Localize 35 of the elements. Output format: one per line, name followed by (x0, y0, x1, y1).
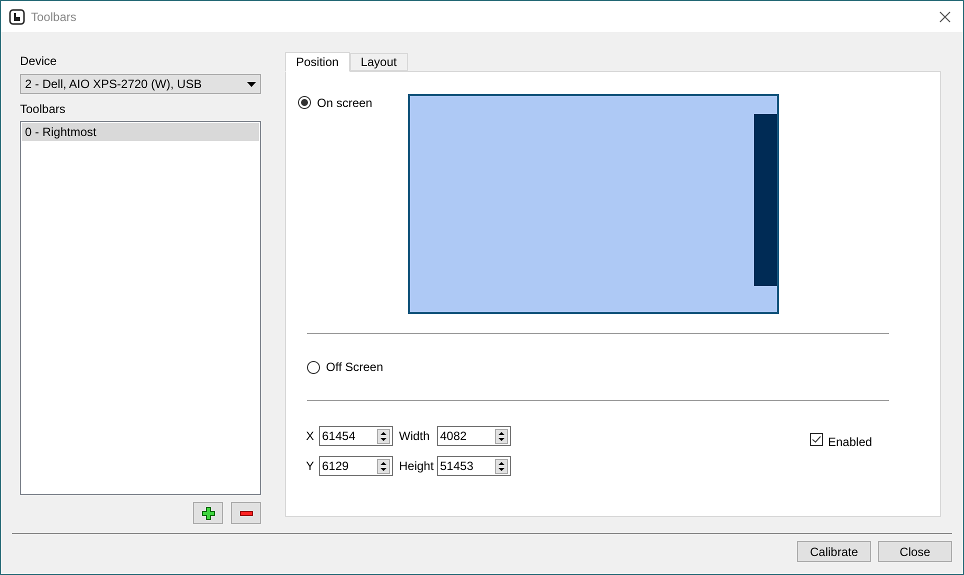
spin-field[interactable]: 51453 (437, 456, 511, 476)
plus-icon (202, 506, 214, 520)
spin-field[interactable]: 6129 (319, 456, 393, 476)
dialog-button[interactable]: Calibrate (797, 541, 871, 562)
tab[interactable]: Position (285, 52, 350, 72)
field-label: X (306, 428, 316, 445)
spin-arrows-icon[interactable] (495, 428, 508, 444)
toolbar-list-item[interactable]: 0 - Rightmost (22, 123, 259, 141)
field-label: Width (398, 428, 431, 445)
radio-button[interactable] (298, 96, 311, 109)
dropdown-arrow-icon (247, 82, 256, 86)
toolbars-label: Toolbars (20, 101, 66, 118)
minus-icon (240, 510, 252, 516)
close-icon[interactable] (939, 10, 951, 22)
radio-button[interactable] (307, 360, 320, 374)
field-label: Y (306, 458, 316, 475)
radio-label: Off Screen (326, 359, 384, 376)
dialog-button[interactable]: Close (878, 541, 952, 562)
app-icon (9, 8, 25, 24)
spin-arrows-icon[interactable] (377, 428, 390, 444)
checkbox-label: Enabled (828, 434, 872, 451)
device-dropdown[interactable]: 2 - Dell, AIO XPS-2720 (W), USB (20, 74, 261, 94)
window-title: Toolbars (31, 8, 76, 26)
spin-field[interactable]: 4082 (437, 426, 511, 446)
remove-button[interactable] (231, 502, 261, 524)
spin-arrows-icon[interactable] (377, 458, 390, 474)
tab[interactable]: Layout (350, 53, 408, 71)
radio-label: On screen (317, 94, 372, 112)
spin-arrows-icon[interactable] (495, 458, 508, 474)
checkbox[interactable] (810, 433, 823, 446)
add-button[interactable] (193, 502, 223, 524)
field-label: Height (398, 458, 435, 475)
spin-field[interactable]: 61454 (319, 426, 393, 446)
check-icon (812, 436, 821, 443)
device-label: Device (20, 53, 58, 70)
